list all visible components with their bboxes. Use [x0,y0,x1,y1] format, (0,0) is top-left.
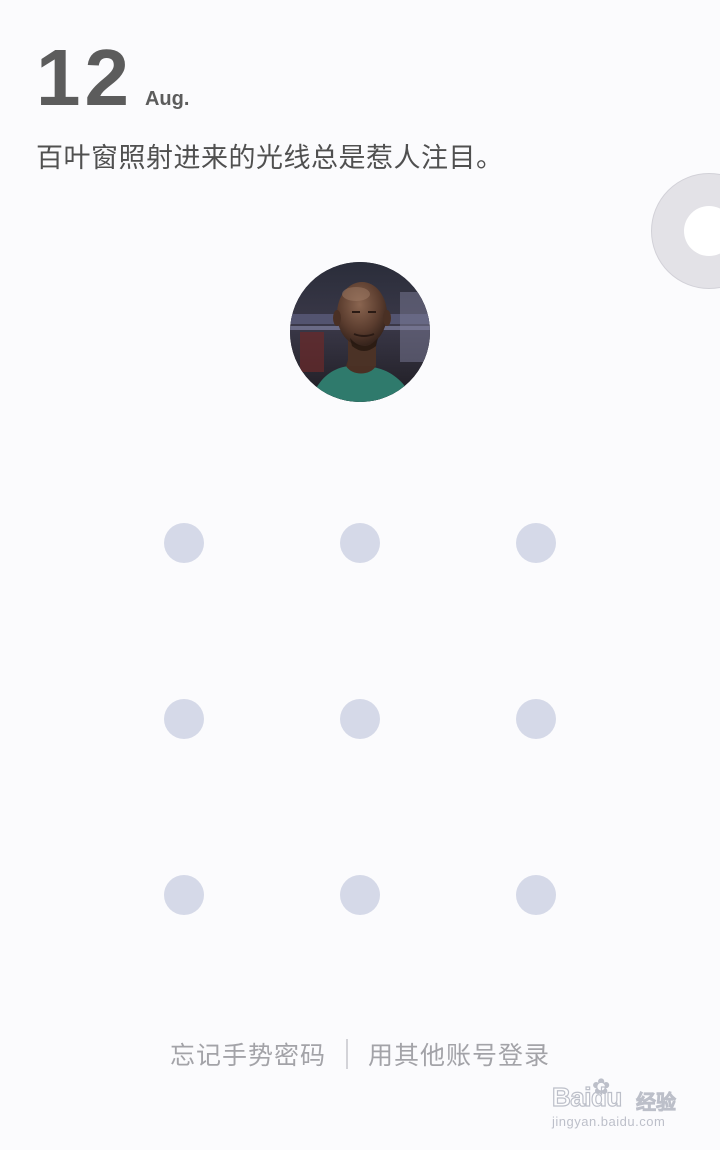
pattern-dot[interactable] [516,699,556,739]
watermark-brand: Baidu [551,1081,622,1112]
watermark-suffix: 经验 [636,1090,677,1115]
forgot-pattern-link[interactable]: 忘记手势密码 [170,1036,326,1072]
pattern-dot[interactable] [516,875,556,915]
baidu-jingyan-watermark: Baidu ✿ 经验 jingyan.baidu.com [551,1074,692,1136]
pattern-dot[interactable] [340,699,380,739]
pattern-lock-grid [0,0,720,1150]
lock-screen: 12 Aug. 百叶窗照射进来的光线总是惹人注目。 忘记手势密码 用其他账号登录… [0,0,720,1150]
other-account-login-link[interactable]: 用其他账号登录 [368,1036,550,1072]
pattern-dot[interactable] [340,875,380,915]
pattern-dot[interactable] [164,699,204,739]
footer-divider [346,1039,348,1069]
pattern-dot[interactable] [164,875,204,915]
paw-icon: ✿ [592,1074,611,1099]
pattern-dot[interactable] [340,523,380,563]
watermark-url: jingyan.baidu.com [552,1114,666,1129]
pattern-dot[interactable] [516,523,556,563]
footer-links: 忘记手势密码 用其他账号登录 [0,1036,720,1072]
pattern-dot[interactable] [164,523,204,563]
